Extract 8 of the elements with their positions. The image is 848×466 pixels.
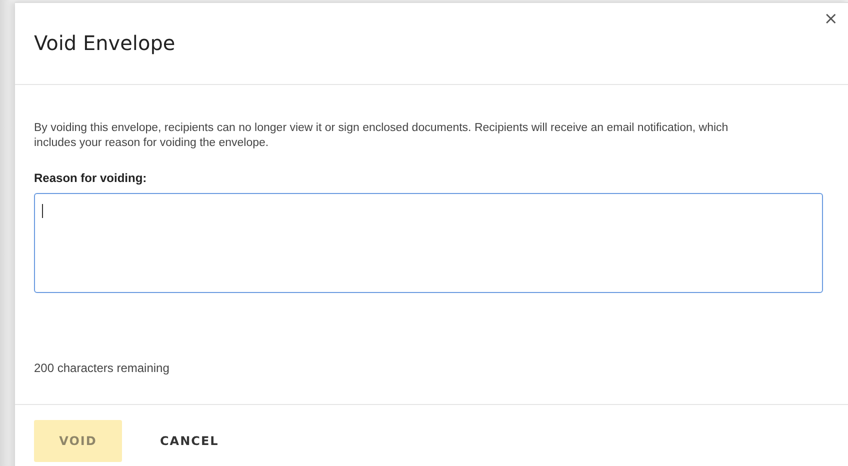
description-text: By voiding this envelope, recipients can no longer view it or sign enclosed documents. Recipients will receive an email notification, which includes your reason for voiding the envelope. bbox=[34, 121, 730, 151]
field-label: Reason for voiding: bbox=[34, 171, 148, 185]
character-counter: 200 characters remaining bbox=[34, 361, 170, 375]
close-button[interactable]: × bbox=[824, 9, 838, 29]
dialog-title: Void Envelope bbox=[34, 31, 176, 55]
reason-field[interactable] bbox=[34, 193, 823, 293]
cancel-button[interactable]: CANCEL bbox=[160, 420, 219, 462]
text-cursor bbox=[42, 204, 43, 218]
